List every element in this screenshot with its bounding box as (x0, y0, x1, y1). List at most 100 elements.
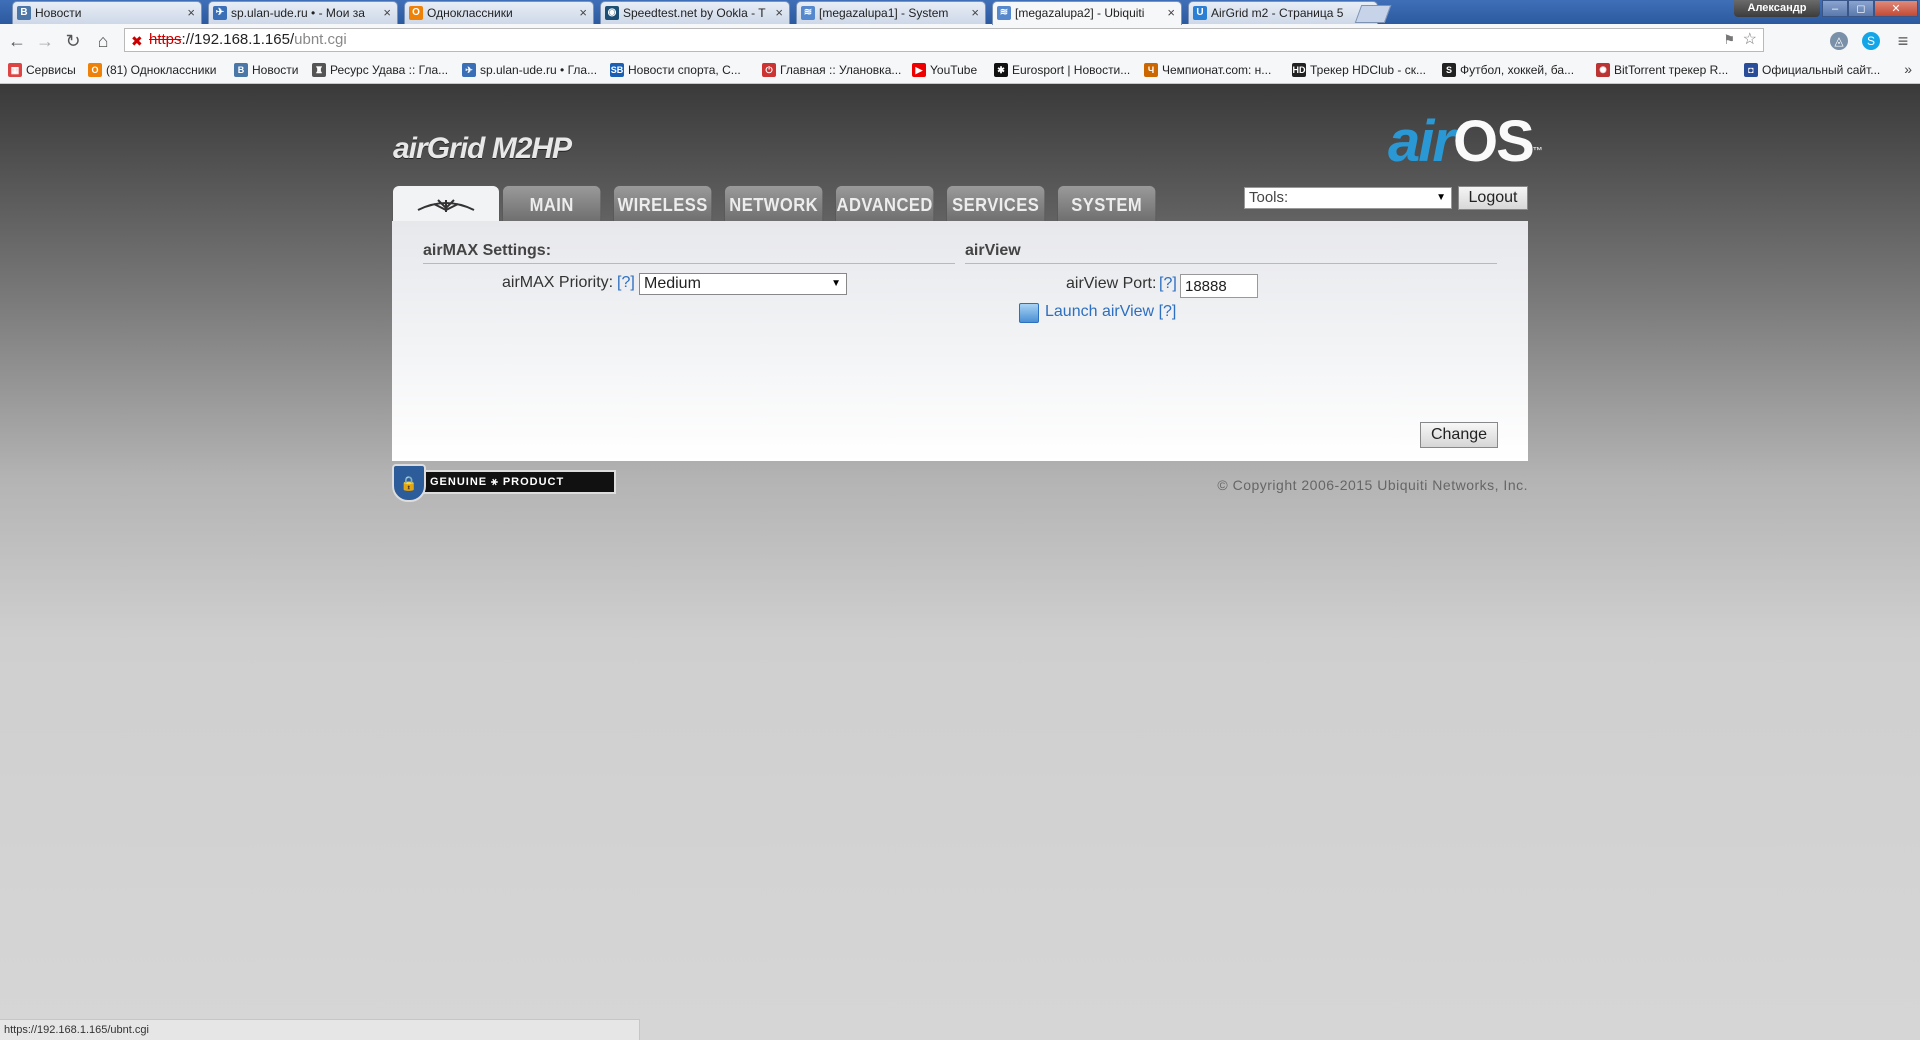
skype-icon[interactable]: S (1862, 32, 1880, 50)
bookmark-item[interactable]: ◘ Официальный сайт... (1744, 63, 1880, 78)
airos-logo-os: OS (1452, 109, 1535, 174)
close-tab-icon[interactable]: × (775, 2, 783, 24)
logout-button[interactable]: Logout (1458, 186, 1528, 210)
extension-icon[interactable]: ◬ (1830, 32, 1848, 50)
insecure-lock-icon: ✖ (131, 33, 143, 49)
bookmarks-bar: ▦ Сервисы О (81) Одноклассники B Новости ♜ Ресу… (0, 58, 1920, 84)
browser-tab[interactable]: О Одноклассники × (404, 1, 594, 24)
airview-port-label: airView Port: (1066, 275, 1157, 292)
bookmark-favicon-icon: ✈ (462, 63, 476, 77)
browser-tab[interactable]: UAirGrid m2 - Страница 5× (1188, 1, 1378, 24)
bookmark-item[interactable]: HD Трекер HDClub - ск... (1292, 63, 1426, 78)
tab-main[interactable]: MAIN (502, 185, 602, 221)
tab-network[interactable]: NETWORK (724, 185, 824, 221)
tools-select[interactable]: Tools: ▼ (1244, 187, 1452, 209)
bookmark-label: Ресурс Удава :: Гла... (330, 63, 449, 77)
bookmark-favicon-icon: HD (1292, 63, 1306, 77)
status-bar-url: https://192.168.1.165/ubnt.cgi (0, 1019, 640, 1040)
minimize-button[interactable]: – (1822, 0, 1848, 17)
bookmark-item[interactable]: S Футбол, хоккей, ба... (1442, 63, 1574, 78)
back-icon[interactable]: ← (6, 30, 28, 52)
browser-tab[interactable]: ≋ [megazalupa2] - Ubiquiti × (992, 1, 1182, 25)
browser-tab-title: Новости (35, 6, 82, 20)
bookmark-favicon-icon: ♜ (312, 63, 326, 77)
launch-airview-label: Launch airView (1045, 303, 1155, 320)
bookmark-label: Новости (252, 63, 299, 77)
close-tab-icon[interactable]: × (383, 2, 391, 24)
bookmark-item[interactable]: B Новости (234, 63, 298, 78)
bookmark-favicon-icon: ▦ (8, 63, 22, 77)
browser-tab[interactable]: ≋ [megazalupa1] - System × (796, 1, 986, 24)
launch-airview-link[interactable]: Launch airView [?] (1019, 302, 1177, 323)
browser-tab[interactable]: B Новости × (12, 1, 202, 24)
wifi-icon: ≋ (997, 6, 1011, 20)
bookmark-favicon-icon: B (234, 63, 248, 77)
bookmark-item[interactable]: ✈ sp.ulan-ude.ru • Гла... (462, 63, 597, 78)
tab-system[interactable]: SYSTEM (1057, 185, 1157, 221)
browser-tab-title: [megazalupa2] - Ubiquiti (1015, 6, 1145, 20)
bookmark-item[interactable]: SB Новости спорта, С... (610, 63, 741, 78)
url-path: ubnt.cgi (294, 31, 347, 48)
airmax-priority-value: Medium (644, 275, 701, 292)
bookmarks-overflow-icon[interactable]: » (1904, 61, 1912, 77)
bookmark-item[interactable]: ⏻ Главная :: Улановка... (762, 63, 901, 78)
tab-wireless[interactable]: WIRELESS (613, 185, 713, 221)
browser-tab-title: AirGrid m2 - Страница 5 (1211, 6, 1344, 20)
bookmark-favicon-icon: S (1442, 63, 1456, 77)
bookmark-item[interactable]: ✱ Eurosport | Новости... (994, 63, 1130, 78)
close-tab-icon[interactable]: × (1167, 2, 1175, 24)
bookmark-star-icon[interactable]: ☆ (1743, 29, 1757, 51)
tab-services[interactable]: SERVICES (946, 185, 1046, 221)
airmax-priority-help-link[interactable]: [?] (617, 274, 635, 292)
change-button[interactable]: Change (1420, 422, 1498, 448)
bookmark-favicon-icon: ◘ (1744, 63, 1758, 77)
bookmark-label: BitTorrent трекер R... (1614, 63, 1729, 77)
browser-tab[interactable]: ◉ Speedtest.net by Ookla - T × (600, 1, 790, 24)
bookmark-label: sp.ulan-ude.ru • Гла... (480, 63, 598, 77)
bookmark-label: Официальный сайт... (1762, 63, 1881, 77)
reload-icon[interactable]: ↻ (62, 30, 84, 52)
tab-home[interactable] (392, 185, 500, 221)
airmax-priority-select[interactable]: Medium ▼ (639, 273, 847, 295)
translate-icon[interactable]: ⚑ (1723, 29, 1735, 51)
maximize-button[interactable]: ◻ (1848, 0, 1874, 17)
browser-tab[interactable]: ✈ sp.ulan-ude.ru • - Мои за × (208, 1, 398, 24)
airview-icon (1019, 303, 1039, 323)
close-window-button[interactable]: ✕ (1874, 0, 1918, 17)
bookmark-label: Футбол, хоккей, ба... (1460, 63, 1575, 77)
ubnt-icon: U (1193, 6, 1207, 20)
chevron-down-icon: ▼ (831, 278, 841, 289)
browser-tab-strip: B Новости × ✈ sp.ulan-ude.ru • - Мои за × О Одн… (0, 0, 1920, 25)
close-tab-icon[interactable]: × (579, 2, 587, 24)
close-tab-icon[interactable]: × (971, 2, 979, 24)
airview-port-help-link[interactable]: [?] (1159, 275, 1177, 293)
vk-icon: B (17, 6, 31, 20)
new-tab-button[interactable] (1354, 5, 1392, 23)
tab-advanced[interactable]: ADVANCED (835, 185, 935, 221)
airview-port-input[interactable] (1180, 274, 1258, 298)
close-tab-icon[interactable]: × (187, 2, 195, 24)
address-bar[interactable]: ✖ https://192.168.1.165/ubnt.cgi ⚑ ☆ (124, 28, 1764, 52)
bookmark-item[interactable]: О (81) Одноклассники (88, 63, 216, 78)
browser-toolbar: ← → ↻ ⌂ ✖ https://192.168.1.165/ubnt.cgi… (0, 24, 1920, 59)
bookmark-item[interactable]: ✺ BitTorrent трекер R... (1596, 63, 1728, 78)
menu-icon[interactable]: ≡ (1892, 30, 1914, 52)
forward-icon[interactable]: → (34, 30, 56, 52)
bookmark-item[interactable]: ▶ YouTube (912, 63, 977, 78)
speedtest-icon: ◉ (605, 6, 619, 20)
launch-airview-help-link[interactable]: [?] (1159, 303, 1177, 320)
profile-name[interactable]: Александр (1734, 0, 1820, 17)
browser-tab-title: [megazalupa1] - System (819, 6, 949, 20)
home-icon[interactable]: ⌂ (92, 30, 114, 52)
bookmark-label: Главная :: Улановка... (780, 63, 902, 77)
bookmark-label: Чемпионат.com: н... (1162, 63, 1272, 77)
bookmark-item[interactable]: ♜ Ресурс Удава :: Гла... (312, 63, 448, 78)
bookmark-item[interactable]: ▦ Сервисы (8, 63, 76, 78)
bookmark-favicon-icon: SB (610, 63, 624, 77)
copyright-text: © Copyright 2006-2015 Ubiquiti Networks,… (1217, 477, 1528, 493)
wifi-icon: ≋ (801, 6, 815, 20)
browser-tab-title: Speedtest.net by Ookla - T (623, 6, 766, 20)
product-logo: airGrid M2HP (393, 132, 572, 165)
bookmark-item[interactable]: Ч Чемпионат.com: н... (1144, 63, 1271, 78)
ok-icon: О (409, 6, 423, 20)
